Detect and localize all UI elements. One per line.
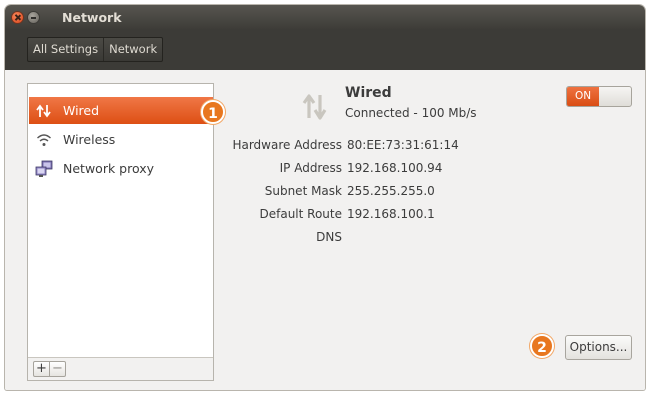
detail-row-subnet-mask: Subnet Mask 255.255.255.0 [225,184,525,204]
sidebar-item-label: Wired [63,103,100,118]
detail-label: Default Route [259,207,343,221]
title-bar: Network [5,5,645,30]
network-proxy-icon [35,160,53,178]
sidebar-item-network-proxy[interactable]: Network proxy [29,155,213,182]
annotation-badge-2: 2 [530,334,554,358]
connection-toggle[interactable]: ON [566,86,632,107]
window-title: Network [62,10,122,25]
add-connection-button[interactable]: + [33,361,50,377]
wired-icon [35,102,53,120]
detail-row-dns: DNS [225,230,525,250]
detail-label: Subnet Mask [264,184,342,198]
network-settings-window: Network All Settings Network Wired Wirel… [5,5,645,390]
device-name: Wired [345,85,392,101]
toggle-on-label: ON [567,87,599,106]
minimize-icon[interactable] [27,11,40,24]
connection-status: Connected - 100 Mb/s [345,106,477,120]
close-icon[interactable] [11,11,24,24]
annotation-badge-1: 1 [201,100,225,124]
detail-row-hardware-address: Hardware Address 80:EE:73:31:61:14 [225,138,525,158]
options-button[interactable]: Options... [565,335,632,360]
detail-label: DNS [316,230,342,244]
list-toolbar: + − [28,357,213,380]
sidebar-item-wired[interactable]: Wired [29,97,213,124]
sidebar-item-label: Network proxy [63,161,155,176]
breadcrumb-all-settings[interactable]: All Settings [28,38,103,61]
wired-device-icon [301,92,329,122]
detail-label: IP Address [279,161,342,175]
detail-row-default-route: Default Route 192.168.100.1 [225,207,525,227]
detail-value: 80:EE:73:31:61:14 [347,138,459,152]
detail-label: Hardware Address [232,138,342,152]
remove-connection-button[interactable]: − [49,361,66,377]
sidebar-item-label: Wireless [63,132,116,147]
breadcrumb-network[interactable]: Network [103,38,162,61]
breadcrumb: All Settings Network [27,37,164,62]
detail-value: 192.168.100.1 [347,207,435,221]
detail-value: 192.168.100.94 [347,161,443,175]
toolbar: All Settings Network [5,30,645,70]
main-content: Wired Wireless Network proxy + − 1 Wired… [5,70,645,390]
wireless-icon [35,131,53,149]
detail-row-ip-address: IP Address 192.168.100.94 [225,161,525,181]
detail-value: 255.255.255.0 [347,184,435,198]
sidebar-item-wireless[interactable]: Wireless [29,126,213,153]
connection-list: Wired Wireless Network proxy + − [27,83,214,381]
